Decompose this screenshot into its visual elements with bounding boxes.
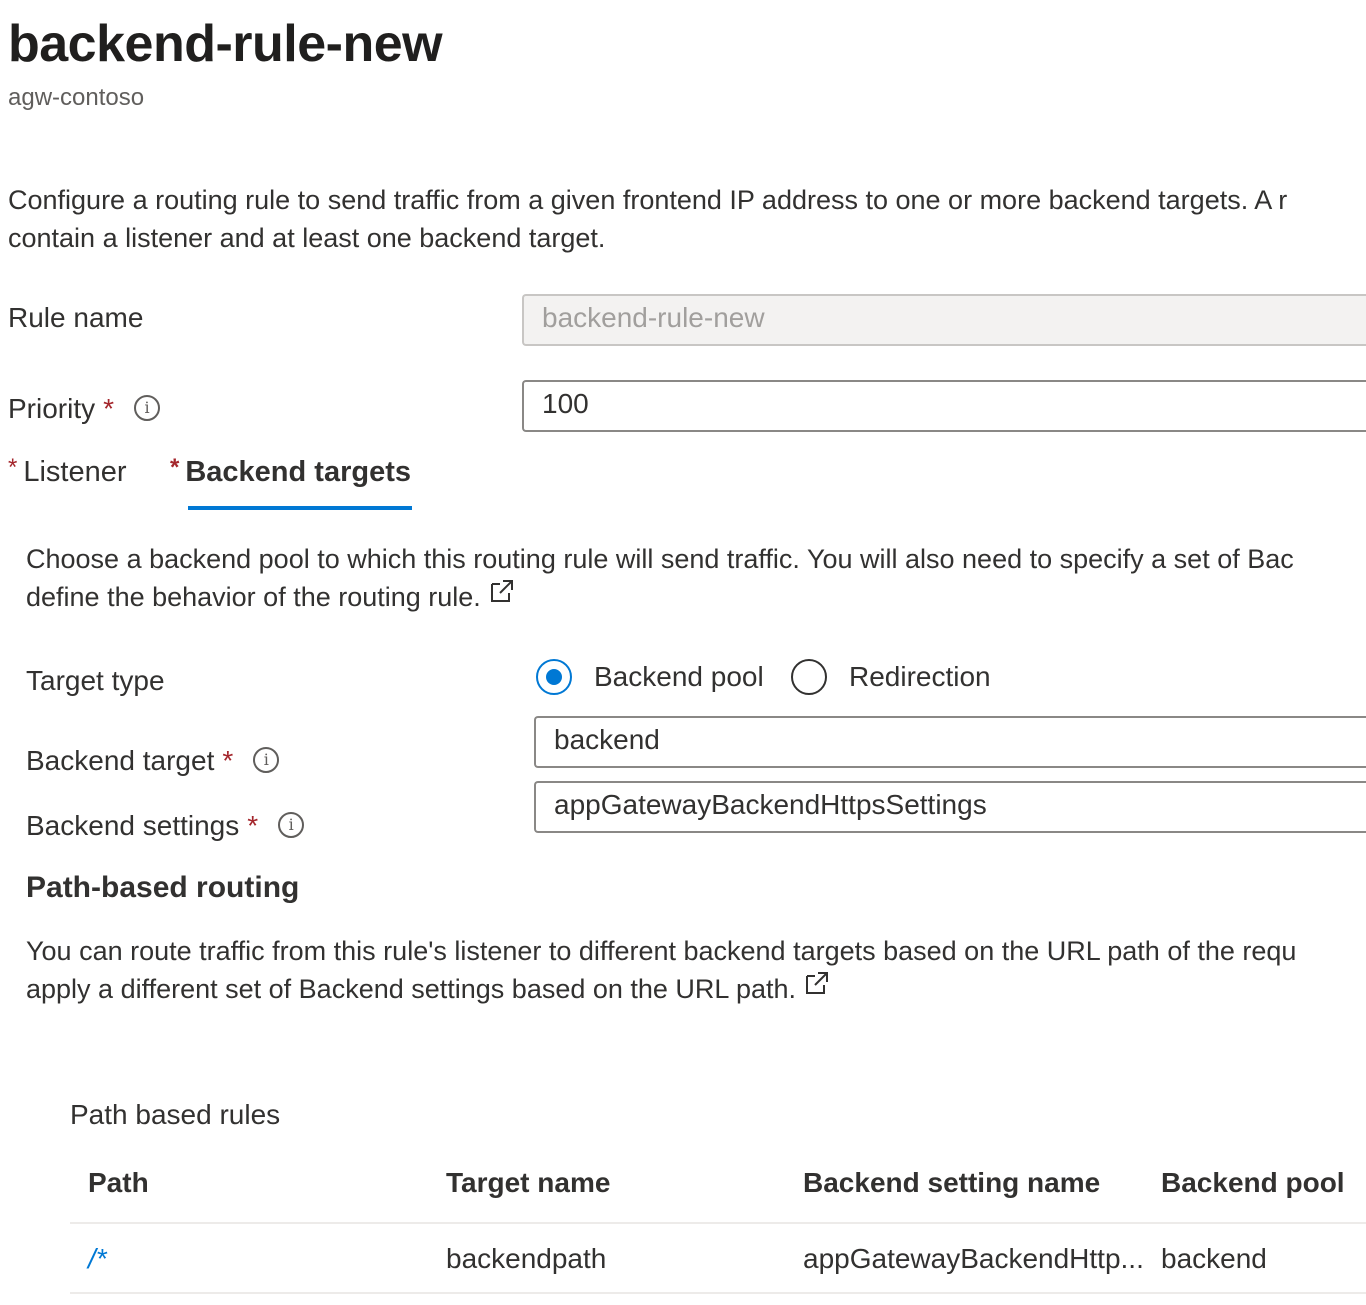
table-header-divider (70, 1222, 1366, 1224)
info-icon[interactable]: i (278, 811, 305, 838)
rule-name-input: backend-rule-new (522, 294, 1366, 346)
radio-backend-pool[interactable] (536, 659, 572, 695)
table-row-divider (70, 1292, 1366, 1294)
backend-settings-dropdown[interactable]: appGatewayBackendHttpsSettings (534, 781, 1366, 833)
priority-label: Priority * i (8, 393, 161, 425)
column-header-backend-pool: Backend pool (1161, 1167, 1345, 1198)
backend-setting-name-cell: appGatewayBackendHttp... (803, 1243, 1144, 1274)
required-marker: * (103, 393, 115, 424)
active-tab-indicator (188, 506, 412, 510)
rule-name-label: Rule name (8, 302, 144, 333)
column-header-path: Path (88, 1167, 149, 1198)
column-header-backend-setting-name: Backend setting name (803, 1167, 1101, 1198)
external-link-icon[interactable] (489, 576, 515, 614)
path-based-routing-description: You can route traffic from this rule's l… (26, 936, 1297, 1006)
info-icon[interactable]: i (253, 746, 280, 773)
page-description: Configure a routing rule to send traffic… (8, 185, 1288, 253)
radio-backend-pool-label[interactable]: Backend pool (594, 661, 764, 693)
path-based-routing-heading: Path-based routing (26, 871, 300, 904)
info-icon[interactable]: i (134, 394, 161, 421)
path-rules-table-title: Path based rules (70, 1099, 281, 1130)
radio-redirection[interactable] (791, 659, 827, 695)
tab-backend-targets[interactable]: * Backend targets (170, 454, 411, 489)
backend-pool-cell: backend (1161, 1243, 1267, 1274)
column-header-target-name: Target name (446, 1167, 611, 1198)
backend-target-label: Backend target * i (26, 745, 280, 777)
backend-targets-description: Choose a backend pool to which this rout… (26, 544, 1294, 614)
page-subtitle: agw-contoso (8, 84, 145, 111)
target-name-cell: backendpath (446, 1243, 607, 1274)
priority-input[interactable]: 100 (522, 380, 1366, 432)
radio-redirection-label[interactable]: Redirection (849, 661, 991, 693)
tab-listener[interactable]: * Listener (8, 454, 127, 489)
path-link[interactable]: /* (88, 1243, 107, 1275)
backend-settings-label: Backend settings * i (26, 810, 305, 842)
target-type-label: Target type (26, 665, 165, 696)
external-link-icon[interactable] (804, 968, 830, 1006)
backend-target-dropdown[interactable]: backend (534, 716, 1366, 768)
page-title: backend-rule-new (8, 15, 443, 73)
